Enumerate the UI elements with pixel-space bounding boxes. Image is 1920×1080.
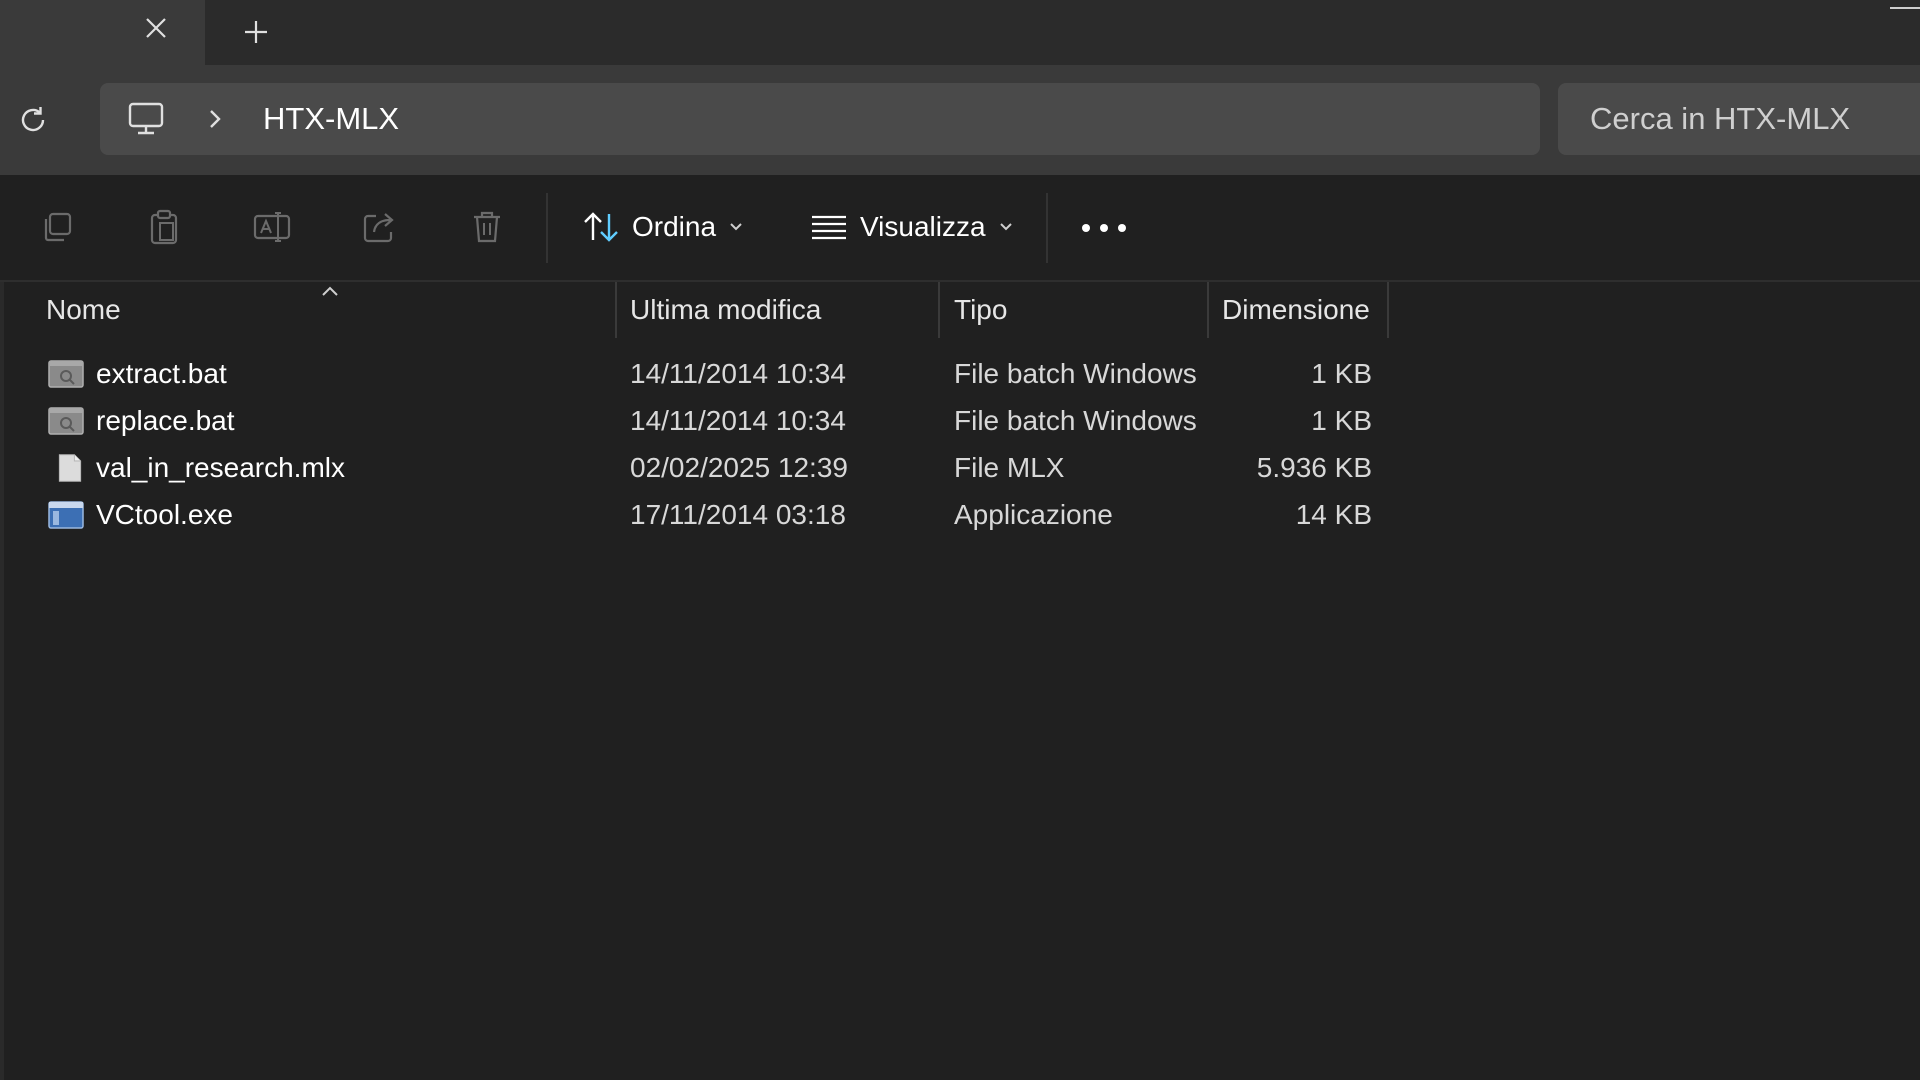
refresh-button[interactable] xyxy=(12,99,54,141)
minimize-button[interactable] xyxy=(1890,7,1920,9)
file-row[interactable]: extract.bat 14/11/2014 10:34 File batch … xyxy=(4,352,1404,396)
search-box[interactable]: Cerca in HTX-MLX xyxy=(1558,83,1920,155)
file-modified: 02/02/2025 12:39 xyxy=(630,452,848,483)
column-resize-handle[interactable] xyxy=(938,282,940,338)
file-type: File batch Windows xyxy=(954,405,1197,436)
active-tab[interactable] xyxy=(0,0,205,65)
view-label: Visualizza xyxy=(860,211,986,242)
sort-button[interactable]: Ordina xyxy=(582,199,744,255)
generic-file-icon xyxy=(58,454,82,482)
file-name: val_in_research.mlx xyxy=(96,452,345,483)
file-name: VCtool.exe xyxy=(96,499,233,530)
address-row: HTX-MLX Cerca in HTX-MLX xyxy=(0,65,1920,175)
file-size: 5.936 KB xyxy=(1256,452,1372,483)
more-dot-icon xyxy=(1118,224,1126,232)
toolbar-separator xyxy=(1046,193,1048,263)
command-bar: Ordina Visualizza xyxy=(0,175,1920,282)
search-placeholder[interactable]: Cerca in HTX-MLX xyxy=(1590,99,1850,139)
address-bar[interactable]: HTX-MLX xyxy=(100,83,1540,155)
column-resize-handle[interactable] xyxy=(1387,282,1389,338)
file-modified: 14/11/2014 10:34 xyxy=(630,358,846,389)
sort-ascending-icon xyxy=(322,286,338,296)
paste-icon xyxy=(150,209,178,245)
column-header-type[interactable]: Tipo xyxy=(954,282,1007,338)
column-resize-handle[interactable] xyxy=(1207,282,1209,338)
more-options-button[interactable] xyxy=(1082,213,1126,243)
rename-icon xyxy=(253,212,291,242)
more-dot-icon xyxy=(1082,224,1090,232)
batch-file-icon xyxy=(48,407,84,435)
file-size: 14 KB xyxy=(1295,499,1372,530)
trash-icon xyxy=(474,211,500,243)
view-list-icon xyxy=(812,215,846,240)
delete-button[interactable] xyxy=(466,206,508,248)
file-row[interactable]: VCtool.exe 17/11/2014 03:18 Applicazione… xyxy=(4,493,1404,537)
view-button[interactable]: Visualizza xyxy=(810,199,1014,255)
copy-button[interactable] xyxy=(36,206,78,248)
breadcrumb-current[interactable]: HTX-MLX xyxy=(263,99,399,139)
close-icon xyxy=(146,18,166,38)
file-type: File batch Windows xyxy=(954,358,1197,389)
paste-button[interactable] xyxy=(143,206,185,248)
refresh-icon xyxy=(21,107,45,132)
close-tab-button[interactable] xyxy=(138,10,174,46)
chevron-down-icon xyxy=(999,223,1012,231)
chevron-right-icon[interactable] xyxy=(204,105,226,133)
this-pc-icon[interactable] xyxy=(126,99,166,139)
file-type: File MLX xyxy=(954,452,1065,483)
column-resize-handle[interactable] xyxy=(615,282,617,338)
application-icon xyxy=(48,501,84,529)
rename-button[interactable] xyxy=(251,206,293,248)
file-modified: 17/11/2014 03:18 xyxy=(630,499,846,530)
share-icon xyxy=(363,213,394,243)
file-modified: 14/11/2014 10:34 xyxy=(630,405,846,436)
file-type: Applicazione xyxy=(954,499,1113,530)
plus-icon xyxy=(245,21,267,43)
toolbar-separator xyxy=(546,193,548,263)
sort-label: Ordina xyxy=(632,211,717,242)
file-name: replace.bat xyxy=(96,405,235,436)
column-header-size[interactable]: Dimensione xyxy=(1222,282,1370,338)
tab-strip xyxy=(0,0,1920,65)
chevron-down-icon xyxy=(730,223,742,231)
share-button[interactable] xyxy=(359,206,401,248)
sort-icon xyxy=(584,212,618,242)
file-row[interactable]: replace.bat 14/11/2014 10:34 File batch … xyxy=(4,399,1404,443)
file-size: 1 KB xyxy=(1311,405,1372,436)
batch-file-icon xyxy=(48,360,84,388)
column-header-name[interactable]: Nome xyxy=(46,282,121,338)
file-name: extract.bat xyxy=(96,358,227,389)
copy-icon xyxy=(44,212,72,242)
file-size: 1 KB xyxy=(1311,358,1372,389)
more-dot-icon xyxy=(1100,224,1108,232)
column-header-modified[interactable]: Ultima modifica xyxy=(630,282,821,338)
file-list: Nome Ultima modifica Tipo Dimensione ext… xyxy=(0,282,1920,1080)
new-tab-button[interactable] xyxy=(236,12,276,52)
file-row[interactable]: val_in_research.mlx 02/02/2025 12:39 Fil… xyxy=(4,446,1404,490)
